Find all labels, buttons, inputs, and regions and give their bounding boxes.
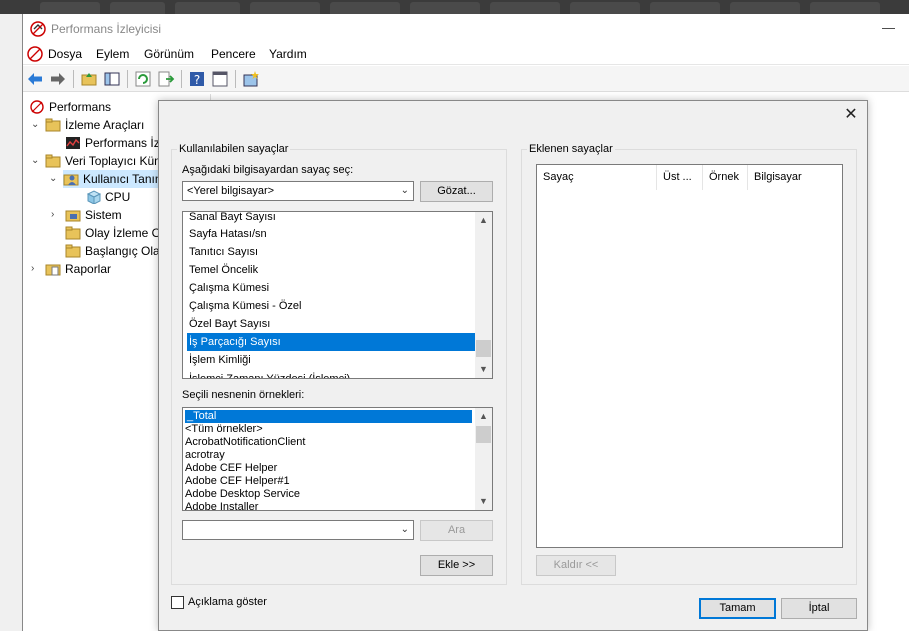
search-instance-input[interactable]: ⌄ [182, 520, 414, 540]
show-hide-tree-icon[interactable] [103, 70, 121, 88]
data-collector-icon [86, 190, 101, 204]
counter-item[interactable]: Sanal Bayt Sayısı [189, 212, 276, 226]
cancel-button[interactable]: İptal [781, 598, 857, 619]
instances-label: Seçili nesnenin örnekleri: [182, 389, 305, 401]
column-instance[interactable]: Örnek [703, 165, 748, 190]
remove-button[interactable]: Kaldır << [536, 555, 616, 576]
column-parent[interactable]: Üst ... [657, 165, 703, 190]
added-counters-list[interactable]: Sayaç Üst ... Örnek Bilgisayar [536, 164, 843, 548]
search-button[interactable]: Ara [420, 520, 493, 541]
scroll-up-icon[interactable]: ▲ [478, 411, 489, 422]
refresh-icon[interactable] [134, 70, 152, 88]
menu-action[interactable]: Eylem [96, 47, 129, 61]
instance-item[interactable]: Adobe Installer [185, 501, 258, 510]
menu-bar: Dosya Eylem Görünüm Pencere Yardım [23, 43, 909, 65]
window-title: Performans İzleyicisi [51, 22, 162, 36]
add-counters-dialog: ✕ Kullanılabilen sayaçlar Aşağıdaki bilg… [158, 100, 868, 631]
added-counters-title: Eklenen sayaçlar [527, 143, 615, 155]
counter-item-selected[interactable]: İş Parçacığı Sayısı [187, 333, 475, 351]
instance-item[interactable]: <Tüm örnekler> [185, 423, 263, 436]
export-list-icon[interactable] [157, 70, 175, 88]
counter-item[interactable]: İşlem Kimliği [189, 351, 251, 369]
list-header: Sayaç Üst ... Örnek Bilgisayar [537, 165, 842, 190]
new-window-icon[interactable] [242, 70, 260, 88]
folder-icon [65, 226, 81, 240]
chevron-down-icon[interactable]: ⌄ [49, 170, 59, 188]
chevron-down-icon: ⌄ [400, 185, 409, 196]
counter-item[interactable]: Çalışma Kümesi [189, 279, 269, 297]
user-folder-icon [63, 174, 79, 186]
folder-icon [65, 244, 81, 258]
instance-item-selected[interactable]: _Total [185, 410, 472, 423]
system-menu-icon[interactable] [27, 46, 43, 62]
ok-button[interactable]: Tamam [699, 598, 776, 619]
chevron-down-icon[interactable]: ⌄ [31, 116, 41, 134]
add-button[interactable]: Ekle >> [420, 555, 493, 576]
scroll-down-icon[interactable]: ▼ [478, 496, 489, 507]
counter-item[interactable]: İşlemci Zamanı Yüzdesi (İşlemci) [189, 370, 350, 378]
column-computer[interactable]: Bilgisayar [748, 165, 842, 190]
app-icon [30, 21, 46, 37]
scroll-down-icon[interactable]: ▼ [478, 364, 489, 375]
folder-icon [45, 118, 61, 132]
toolbar: ? [23, 66, 909, 92]
scroll-up-icon[interactable]: ▲ [478, 215, 489, 226]
chevron-down-icon[interactable]: ⌄ [31, 152, 41, 170]
reports-folder-icon [45, 264, 61, 276]
minimize-button[interactable]: — [882, 20, 898, 35]
select-computer-label: Aşağıdaki bilgisayardan sayaç seç: [182, 164, 354, 176]
scroll-thumb[interactable] [476, 426, 491, 443]
column-counter[interactable]: Sayaç [537, 165, 657, 190]
instance-item[interactable]: acrotray [185, 449, 225, 462]
instance-list-scrollbar[interactable]: ▲ ▼ [475, 408, 492, 510]
counter-list-scrollbar[interactable]: ▲ ▼ [475, 212, 492, 378]
show-description-label: Açıklama göster [188, 596, 267, 608]
title-bar: Performans İzleyicisi — [23, 14, 909, 43]
counter-item[interactable]: Özel Bayt Sayısı [189, 315, 270, 333]
background-tab-strip [0, 0, 909, 14]
counter-item[interactable]: Çalışma Kümesi - Özel [189, 297, 301, 315]
instance-item[interactable]: Adobe CEF Helper [185, 462, 277, 475]
up-folder-icon[interactable] [80, 70, 98, 88]
properties-icon[interactable] [211, 70, 229, 88]
counter-item[interactable]: Tanıtıcı Sayısı [189, 243, 258, 261]
browse-button[interactable]: Gözat... [420, 181, 493, 202]
menu-help[interactable]: Yardım [269, 47, 307, 61]
help-icon[interactable]: ? [188, 70, 206, 88]
performance-monitor-icon [66, 137, 80, 149]
menu-view[interactable]: Görünüm [144, 47, 194, 61]
menu-file[interactable]: Dosya [48, 47, 82, 61]
computer-select[interactable]: <Yerel bilgisayar> ⌄ [182, 181, 414, 201]
scroll-thumb[interactable] [476, 340, 491, 357]
counter-item[interactable]: Sayfa Hatası/sn [189, 225, 267, 243]
menu-window[interactable]: Pencere [211, 47, 256, 61]
available-counters-title: Kullanılabilen sayaçlar [177, 143, 291, 155]
counter-list[interactable]: Sanal Bayt Sayısı Sayfa Hatası/sn Tanıtı… [182, 211, 493, 379]
show-description-checkbox[interactable] [171, 596, 184, 609]
close-icon[interactable]: ✕ [843, 107, 859, 123]
instance-list[interactable]: _Total <Tüm örnekler> AcrobatNotificatio… [182, 407, 493, 511]
instance-item[interactable]: Adobe Desktop Service [185, 488, 300, 501]
chevron-down-icon: ⌄ [400, 524, 409, 535]
chevron-right-icon[interactable]: › [31, 260, 41, 278]
forward-icon[interactable] [49, 70, 67, 88]
counter-item[interactable]: Temel Öncelik [189, 261, 258, 279]
instance-item[interactable]: AcrobatNotificationClient [185, 436, 305, 449]
svg-text:?: ? [194, 73, 200, 87]
instance-item[interactable]: Adobe CEF Helper#1 [185, 475, 290, 488]
back-icon[interactable] [26, 70, 44, 88]
performance-icon [30, 100, 44, 114]
folder-icon [65, 210, 81, 222]
folder-icon [45, 154, 61, 168]
chevron-right-icon[interactable]: › [51, 206, 61, 224]
